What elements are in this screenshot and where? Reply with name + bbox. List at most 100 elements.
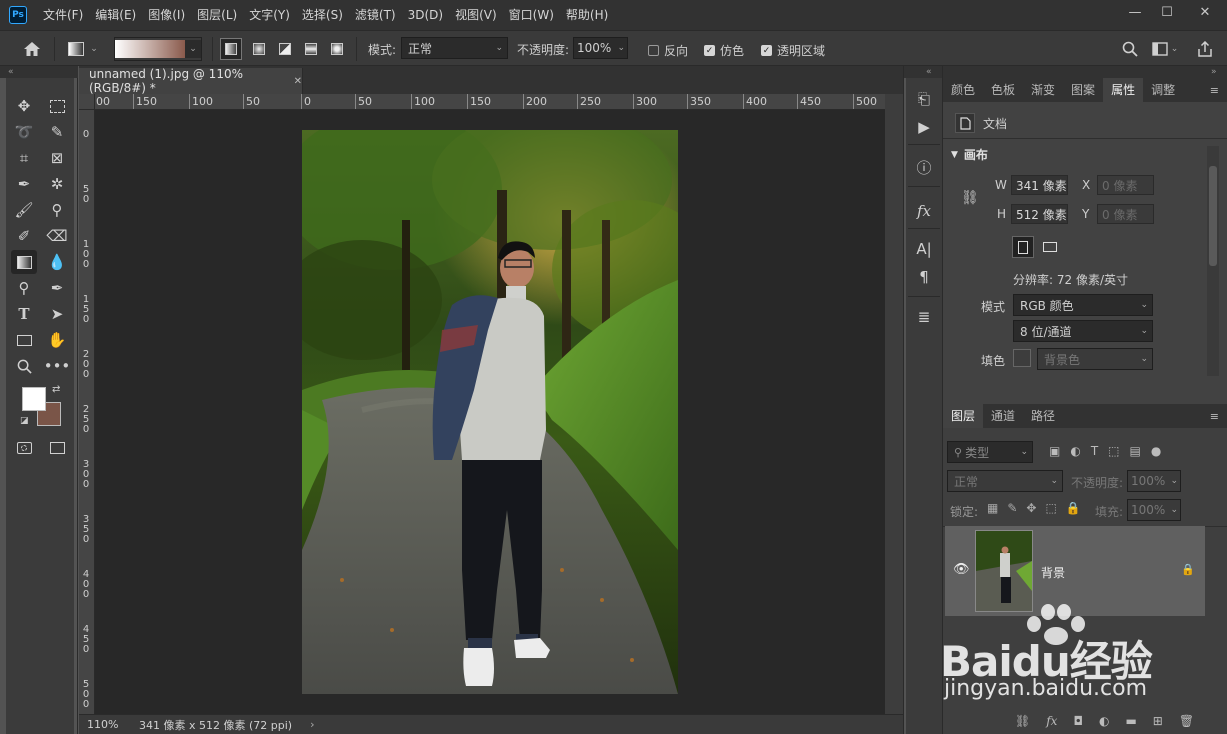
hand-tool-icon[interactable]: ✋ [44, 328, 70, 352]
minimize-button[interactable]: — [1119, 0, 1151, 24]
actions-panel-icon[interactable]: ▶ [906, 114, 942, 140]
spot-healing-tool-icon[interactable]: ✲ [44, 172, 70, 196]
document-image[interactable] [302, 130, 678, 694]
character-panel-icon[interactable]: A| [906, 236, 942, 262]
checkbox-dither-box[interactable]: ✓ [704, 45, 715, 56]
chevron-right-icon[interactable]: › [310, 718, 314, 731]
fill-select[interactable]: 背景色 ⌄ [1037, 348, 1153, 370]
layer-filter-select[interactable]: ⚲ 类型 ⌄ [947, 441, 1033, 463]
menu-item[interactable]: 图层(L) [191, 0, 243, 30]
vertical-scrollbar[interactable] [885, 94, 903, 714]
filter-toggle-icon[interactable]: ● [1151, 444, 1161, 458]
properties-scrollbar[interactable] [1207, 146, 1219, 376]
gradient-tool-icon[interactable] [11, 250, 37, 274]
foreground-color-swatch[interactable] [22, 387, 46, 411]
swap-colors-icon[interactable]: ⇄ [52, 384, 60, 395]
quick-mask-icon[interactable] [11, 436, 37, 460]
screen-mode-icon[interactable] [44, 436, 70, 460]
menu-item[interactable]: 文字(Y) [243, 0, 296, 30]
fill-color-swatch[interactable] [1013, 349, 1031, 367]
history-brush-tool-icon[interactable]: ✐ [11, 224, 37, 248]
brush-tool-icon[interactable]: 🖌 [11, 198, 37, 222]
layer-style-icon[interactable]: fx [1046, 714, 1057, 728]
checkbox-transparency-box[interactable]: ✓ [761, 45, 772, 56]
eyedropper-tool-icon[interactable]: ✒ [11, 172, 37, 196]
menu-item[interactable]: 编辑(E) [89, 0, 142, 30]
pixel-filter-icon[interactable]: ▣ [1049, 444, 1060, 458]
height-input[interactable]: 512 像素 [1011, 204, 1068, 224]
document-tab[interactable]: unnamed (1).jpg @ 110%(RGB/8#) * ✕ [79, 67, 303, 95]
dodge-tool-icon[interactable]: ⚲ [11, 276, 37, 300]
bit-depth-select[interactable]: 8 位/通道 ⌄ [1013, 320, 1153, 342]
gradient-picker[interactable]: ⌄ [114, 37, 202, 61]
transparency-checkbox[interactable]: ✓ 透明区域 [761, 42, 825, 59]
opacity-input[interactable]: 100% ⌄ [573, 37, 628, 59]
rectangle-tool-icon[interactable] [11, 328, 37, 352]
x-input[interactable]: 0 像素 [1097, 175, 1154, 195]
portrait-orientation-icon[interactable] [1012, 236, 1034, 258]
canvas-area[interactable] [95, 110, 885, 714]
paragraph-panel-icon[interactable]: ¶ [906, 264, 942, 290]
tab-properties-group[interactable]: 调整 [1143, 78, 1183, 102]
width-input[interactable]: 341 像素 [1011, 175, 1068, 195]
link-layers-icon[interactable]: ⛓ [1015, 714, 1030, 728]
add-mask-icon[interactable]: ◘ [1073, 714, 1083, 728]
lock-artboard-icon[interactable]: ⬚ [1045, 501, 1056, 515]
landscape-orientation-icon[interactable] [1039, 236, 1061, 258]
lasso-tool-icon[interactable]: ➰ [11, 120, 37, 144]
layer-fill-input[interactable]: 100% ⌄ [1127, 499, 1181, 521]
layer-name[interactable]: 背景 [1041, 564, 1065, 581]
more-tools-icon[interactable]: ••• [44, 354, 71, 378]
shape-filter-icon[interactable]: ⬚ [1108, 444, 1119, 458]
collapse-icon-column-icon[interactable]: « [904, 66, 942, 78]
eraser-tool-icon[interactable]: ⌫ [44, 224, 70, 248]
menu-item[interactable]: 窗口(W) [503, 0, 560, 30]
close-tab-icon[interactable]: ✕ [294, 76, 302, 87]
tab-properties-group[interactable]: 色板 [983, 78, 1023, 102]
menu-item[interactable]: 选择(S) [296, 0, 349, 30]
radial-gradient-icon[interactable] [248, 38, 270, 60]
path-selection-tool-icon[interactable]: ➤ [44, 302, 70, 326]
lock-image-icon[interactable]: ✎ [1007, 501, 1017, 515]
close-button[interactable]: ✕ [1183, 0, 1227, 24]
maximize-button[interactable]: ☐ [1151, 0, 1183, 24]
quick-selection-tool-icon[interactable]: ✎ [44, 120, 70, 144]
color-mode-select[interactable]: RGB 颜色 ⌄ [1013, 294, 1153, 316]
linear-gradient-icon[interactable] [220, 38, 242, 60]
search-icon[interactable] [1119, 38, 1141, 60]
history-panel-icon[interactable]: ⎗ [906, 86, 942, 112]
share-icon[interactable] [1194, 38, 1216, 60]
canvas-section-header[interactable]: ▼ 画布 [951, 146, 988, 163]
type-filter-icon[interactable]: T [1091, 444, 1098, 458]
tab-properties-group[interactable]: 渐变 [1023, 78, 1063, 102]
ruler-origin[interactable] [79, 94, 95, 110]
blur-tool-icon[interactable]: 💧 [44, 250, 70, 274]
lock-transparent-icon[interactable]: ▦ [987, 501, 998, 515]
menu-item[interactable]: 滤镜(T) [349, 0, 402, 30]
zoom-tool-icon[interactable] [11, 354, 37, 378]
pen-tool-icon[interactable]: ✒ [44, 276, 70, 300]
eye-icon[interactable]: 👁 [953, 562, 970, 577]
gradient-tool-preset-icon[interactable]: ⌄ [64, 39, 102, 59]
tab-properties-group[interactable]: 颜色 [943, 78, 983, 102]
move-tool-icon[interactable]: ✥ [11, 94, 37, 118]
tab-properties-group[interactable]: 图案 [1063, 78, 1103, 102]
marquee-tool-icon[interactable] [44, 94, 70, 118]
default-colors-icon[interactable]: ◪ [20, 416, 29, 426]
smart-object-filter-icon[interactable]: ▤ [1130, 444, 1141, 458]
new-group-icon[interactable]: ▬ [1125, 714, 1136, 728]
dither-checkbox[interactable]: ✓ 仿色 [704, 42, 744, 59]
blend-mode-select[interactable]: 正常 ⌄ [947, 470, 1063, 492]
type-tool-icon[interactable]: T [11, 302, 37, 326]
lock-position-icon[interactable]: ✥ [1026, 501, 1036, 515]
tab-properties-group[interactable]: 属性 [1103, 78, 1144, 102]
reverse-checkbox[interactable]: 反向 [648, 42, 688, 59]
lock-all-icon[interactable]: 🔒 [1066, 501, 1081, 515]
checkbox-reverse-box[interactable] [648, 45, 659, 56]
frame-tool-icon[interactable]: ⊠ [44, 146, 70, 170]
menu-item[interactable]: 视图(V) [449, 0, 503, 30]
workspace-icon[interactable]: ⌄ [1150, 38, 1180, 60]
tab-layers-group[interactable]: 路径 [1023, 404, 1063, 428]
menu-item[interactable]: 帮助(H) [560, 0, 614, 30]
adjustment-filter-icon[interactable]: ◐ [1070, 444, 1080, 458]
